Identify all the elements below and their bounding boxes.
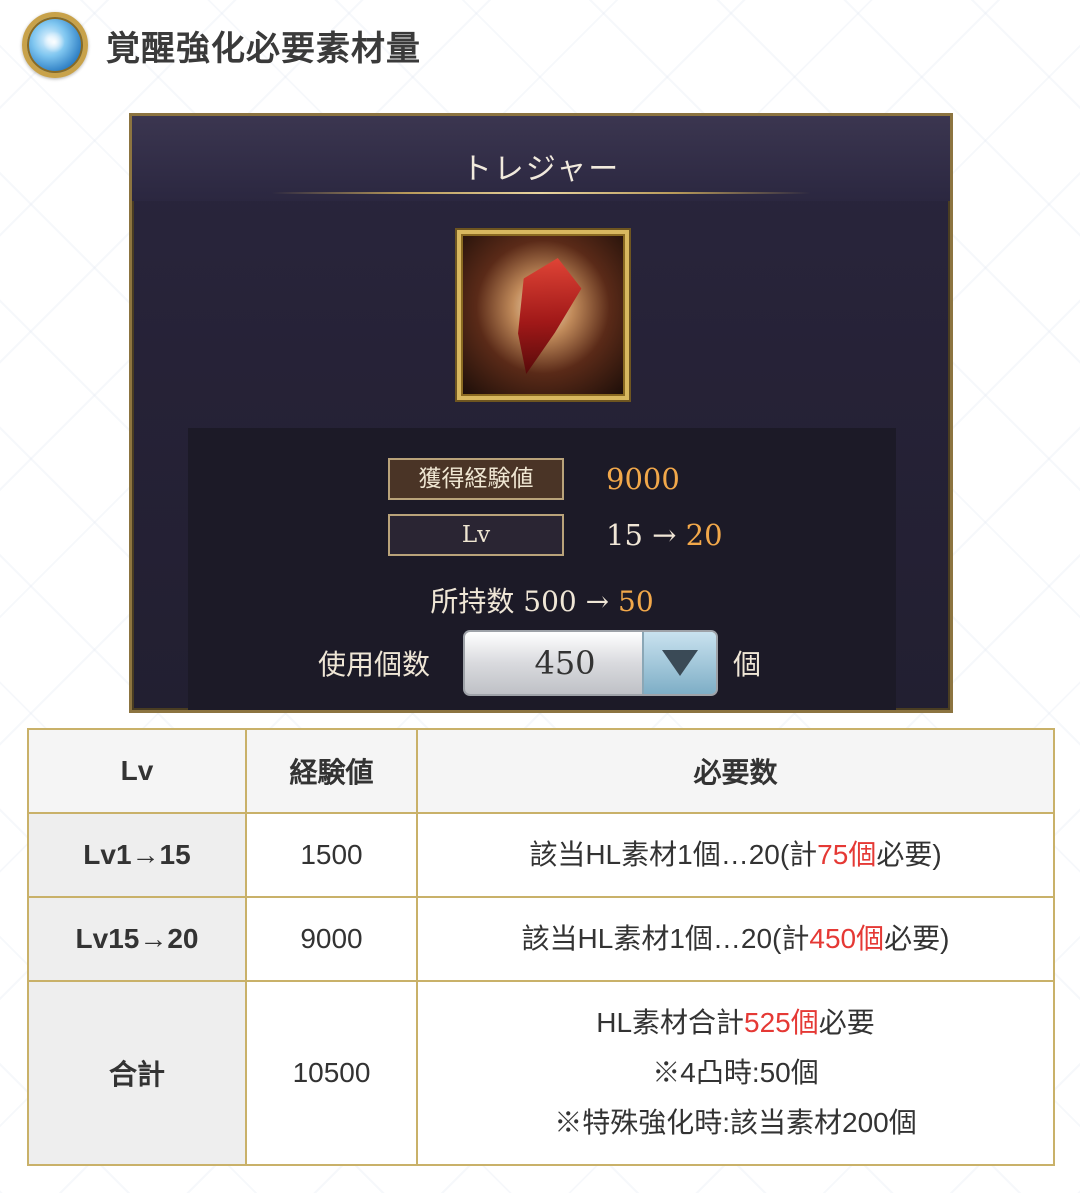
table-total-row: 合計 10500 HL素材合計525個必要 ※4凸時:50個 ※特殊強化時:該当… <box>27 980 1055 1166</box>
lv-label: Lv <box>388 514 564 556</box>
total-exp: 10500 <box>245 980 418 1166</box>
total-label: 合計 <box>27 980 247 1166</box>
lv-arrow: → <box>652 518 677 552</box>
row-exp: 9000 <box>245 896 418 982</box>
need-suffix: 必要) <box>876 839 942 870</box>
banner-divider <box>272 192 810 194</box>
need-count: 450個 <box>809 923 885 954</box>
crystal-orb-icon <box>22 12 88 78</box>
section-title: 覚醒強化必要素材量 <box>106 28 421 69</box>
owned-to: 50 <box>618 585 654 618</box>
section-header: 覚醒強化必要素材量 <box>22 12 421 78</box>
need-text: 該当HL素材1個…20(計 <box>521 923 810 954</box>
header-exp: 経験値 <box>245 728 418 814</box>
table-header-row: Lv 経験値 必要数 <box>27 728 1055 814</box>
owned-arrow: → <box>585 585 610 618</box>
table-row: Lv15→20 9000 該当HL素材1個…20(計450個必要) <box>27 896 1055 982</box>
chevron-down-icon <box>662 650 698 676</box>
row-exp: 1500 <box>245 812 418 898</box>
use-count-value: 450 <box>534 644 596 682</box>
header-lv: Lv <box>27 728 247 814</box>
red-shard-icon <box>496 250 588 382</box>
need-suffix: 必要) <box>884 923 950 954</box>
total-line-1: HL素材合計525個必要 <box>418 998 1053 1048</box>
lv-change: 15 → 20 <box>606 518 723 552</box>
exp-value: 9000 <box>606 462 680 496</box>
use-count-select[interactable]: 450 <box>463 630 718 696</box>
lv-to: 20 <box>685 518 723 552</box>
row-lv: Lv1→15 <box>27 812 247 898</box>
treasure-item-image <box>457 230 629 400</box>
header-need: 必要数 <box>416 728 1055 814</box>
need-count: 75個 <box>817 839 877 870</box>
dropdown-button[interactable] <box>642 632 716 694</box>
table-row: Lv1→15 1500 該当HL素材1個…20(計75個必要) <box>27 812 1055 898</box>
total-line-2: ※4凸時:50個 <box>652 1057 819 1088</box>
lv-from: 15 <box>606 518 643 552</box>
owned-count: 所持数 500 → 50 <box>188 580 896 620</box>
use-count-label: 使用個数 <box>318 648 431 681</box>
row-need: 該当HL素材1個…20(計75個必要) <box>416 812 1055 898</box>
owned-from: 500 <box>523 585 577 618</box>
total-count: 525個 <box>744 1007 819 1038</box>
treasure-title: トレジャー <box>461 152 621 187</box>
row-lv: Lv15→20 <box>27 896 247 982</box>
total-need: HL素材合計525個必要 ※4凸時:50個 ※特殊強化時:該当素材200個 <box>416 980 1055 1166</box>
need-text: 該当HL素材1個…20(計 <box>529 839 818 870</box>
use-count-unit: 個 <box>733 648 762 681</box>
total-line1-suffix: 必要 <box>818 1007 875 1038</box>
treasure-banner: トレジャー <box>132 116 950 201</box>
treasure-info-box: 獲得経験値 9000 Lv 15 → 20 所持数 500 → 50 使用個数 … <box>188 428 896 710</box>
game-screenshot-panel: トレジャー 獲得経験値 9000 Lv 15 → 20 所持数 500 → 50… <box>129 113 953 713</box>
requirements-table: Lv 経験値 必要数 Lv1→15 1500 該当HL素材1個…20(計75個必… <box>27 728 1055 1166</box>
row-need: 該当HL素材1個…20(計450個必要) <box>416 896 1055 982</box>
total-line-3: ※特殊強化時:該当素材200個 <box>554 1107 917 1138</box>
total-line1-text: HL素材合計 <box>596 1007 745 1038</box>
exp-label: 獲得経験値 <box>388 458 564 500</box>
owned-label: 所持数 <box>430 585 515 618</box>
